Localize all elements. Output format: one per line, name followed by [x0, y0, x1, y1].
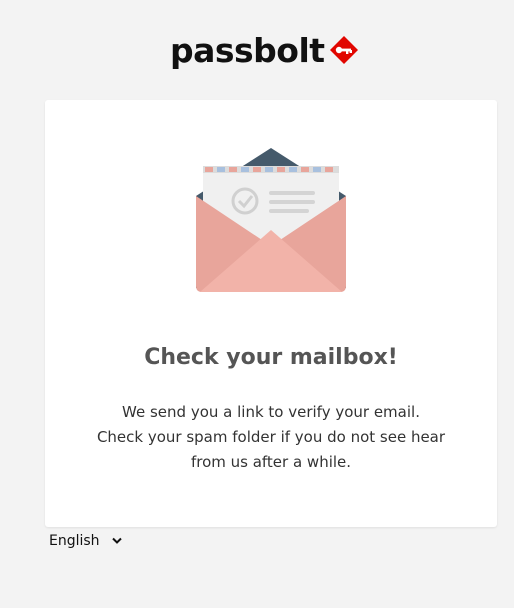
- passbolt-logo: passbolt: [170, 30, 380, 70]
- message-line: from us after a while.: [190, 453, 352, 471]
- page: passbolt Check your mailbox! We send you…: [0, 0, 514, 608]
- language-selected: English: [49, 533, 100, 549]
- message-line: Check your spam folder if you do not see…: [96, 428, 446, 446]
- message-line: We send you a link to verify your email.: [122, 403, 420, 421]
- logo-text: passbolt: [170, 30, 325, 70]
- chevron-down-icon: [111, 537, 122, 544]
- verification-message: We send you a link to verify your email.…: [75, 400, 467, 475]
- language-selector[interactable]: English: [49, 531, 122, 551]
- passbolt-key-icon: [329, 36, 358, 64]
- page-title: Check your mailbox!: [144, 345, 398, 370]
- envelope-illustration: [196, 148, 346, 292]
- mailbox-card: Check your mailbox! We send you a link t…: [45, 100, 497, 527]
